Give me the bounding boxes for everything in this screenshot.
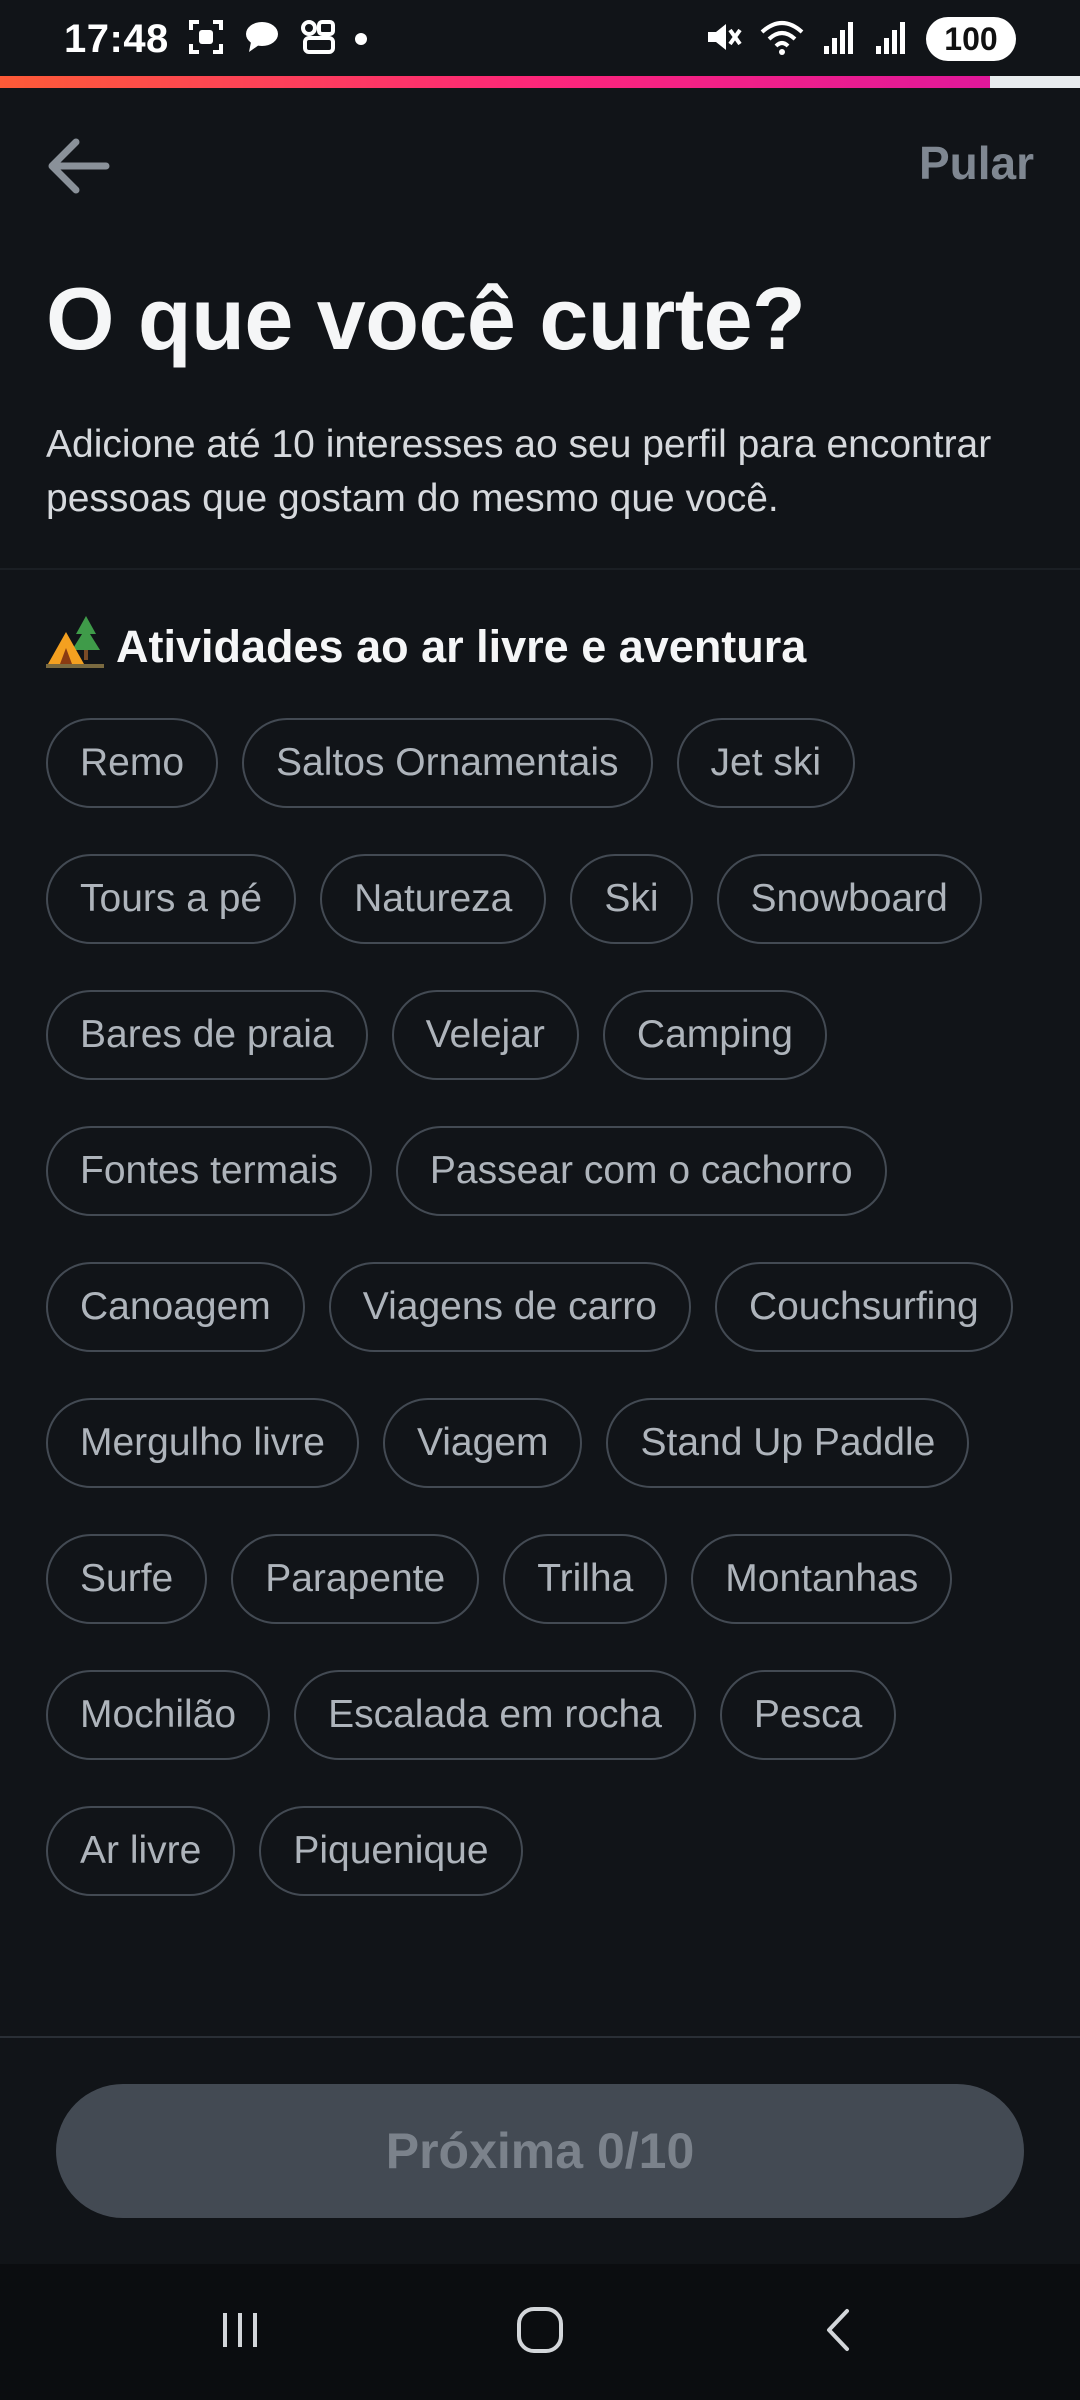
interest-chip[interactable]: Jet ski — [676, 718, 856, 808]
interest-chip[interactable]: Tours a pé — [46, 854, 297, 944]
interest-chip[interactable]: Montanhas — [691, 1534, 953, 1624]
interest-chip[interactable]: Mochilão — [46, 1670, 271, 1760]
page-subtitle: Adicione até 10 interesses ao seu perfil… — [46, 423, 992, 520]
home-button[interactable] — [480, 2282, 600, 2382]
next-button[interactable]: Próxima 0/10 — [56, 2084, 1024, 2218]
interest-chip[interactable]: Pesca — [719, 1670, 897, 1760]
back-icon — [815, 2305, 865, 2360]
interest-chip[interactable]: Piquenique — [259, 1806, 523, 1896]
interest-chip[interactable]: Mergulho livre — [46, 1398, 359, 1488]
interest-chip[interactable]: Bares de praia — [46, 990, 368, 1080]
interest-chip[interactable]: Stand Up Paddle — [606, 1398, 970, 1488]
interest-chip[interactable]: Remo — [46, 718, 219, 808]
interest-chip[interactable]: Ar livre — [46, 1806, 236, 1896]
header-divider — [0, 568, 1080, 570]
battery-indicator: 100 — [926, 17, 1016, 61]
system-nav-bar — [0, 2264, 1080, 2400]
interest-chip[interactable]: Viagem — [382, 1398, 583, 1488]
progress-fill — [0, 76, 991, 88]
interest-chip[interactable]: Natureza — [320, 854, 547, 944]
home-icon — [514, 2304, 566, 2361]
interest-chip[interactable]: Escalada em rocha — [294, 1670, 696, 1760]
status-time: 17:48 — [64, 16, 169, 61]
interest-chip[interactable]: Passear com o cachorro — [395, 1126, 887, 1216]
interest-chip[interactable]: Trilha — [503, 1534, 668, 1624]
interest-chip[interactable]: Velejar — [391, 990, 579, 1080]
interest-chip[interactable]: Surfe — [46, 1534, 208, 1624]
chat-bubble-icon — [243, 18, 281, 61]
interest-chip[interactable]: Saltos Ornamentais — [242, 718, 653, 808]
section-heading: Atividades ao ar livre e aventura — [46, 612, 806, 681]
signal-icon — [874, 18, 908, 61]
app-switch-icon — [299, 18, 337, 61]
wifi-icon — [760, 18, 804, 61]
interest-chip[interactable]: Canoagem — [46, 1262, 305, 1352]
page-title: O que você curte? — [46, 269, 806, 368]
interest-chip[interactable]: Snowboard — [716, 854, 982, 944]
onboarding-progress-bar — [0, 76, 1080, 88]
interest-chip[interactable]: Viagens de carro — [328, 1262, 691, 1352]
interest-chips: Remo Saltos Ornamentais Jet ski Tours a pé N… — [46, 718, 1046, 1896]
interest-chip[interactable]: Ski — [570, 854, 693, 944]
status-right: 100 — [704, 17, 1016, 61]
mute-icon — [704, 18, 742, 61]
status-left: 17:48 — [64, 17, 367, 62]
interests-screen: 17:48 100 Pular O que você curte? Adicio… — [0, 0, 1080, 2400]
interest-chip[interactable]: Couchsurfing — [714, 1262, 1013, 1352]
status-bar: 17:48 100 — [0, 0, 1080, 78]
system-back-button[interactable] — [780, 2282, 900, 2382]
skip-button[interactable]: Pular — [919, 136, 1034, 190]
screenshot-icon — [187, 18, 225, 61]
interest-chip[interactable]: Parapente — [231, 1534, 480, 1624]
camping-icon — [46, 612, 104, 681]
arrow-left-icon — [42, 130, 114, 207]
section-heading-label: Atividades ao ar livre e aventura — [116, 620, 807, 672]
back-button[interactable] — [38, 128, 118, 208]
signal-icon — [822, 18, 856, 61]
notification-dot-icon — [354, 33, 367, 45]
recent-apps-icon — [215, 2305, 265, 2360]
recent-apps-button[interactable] — [180, 2282, 300, 2382]
interest-chip[interactable]: Camping — [602, 990, 827, 1080]
interest-chip[interactable]: Fontes termais — [46, 1126, 372, 1216]
